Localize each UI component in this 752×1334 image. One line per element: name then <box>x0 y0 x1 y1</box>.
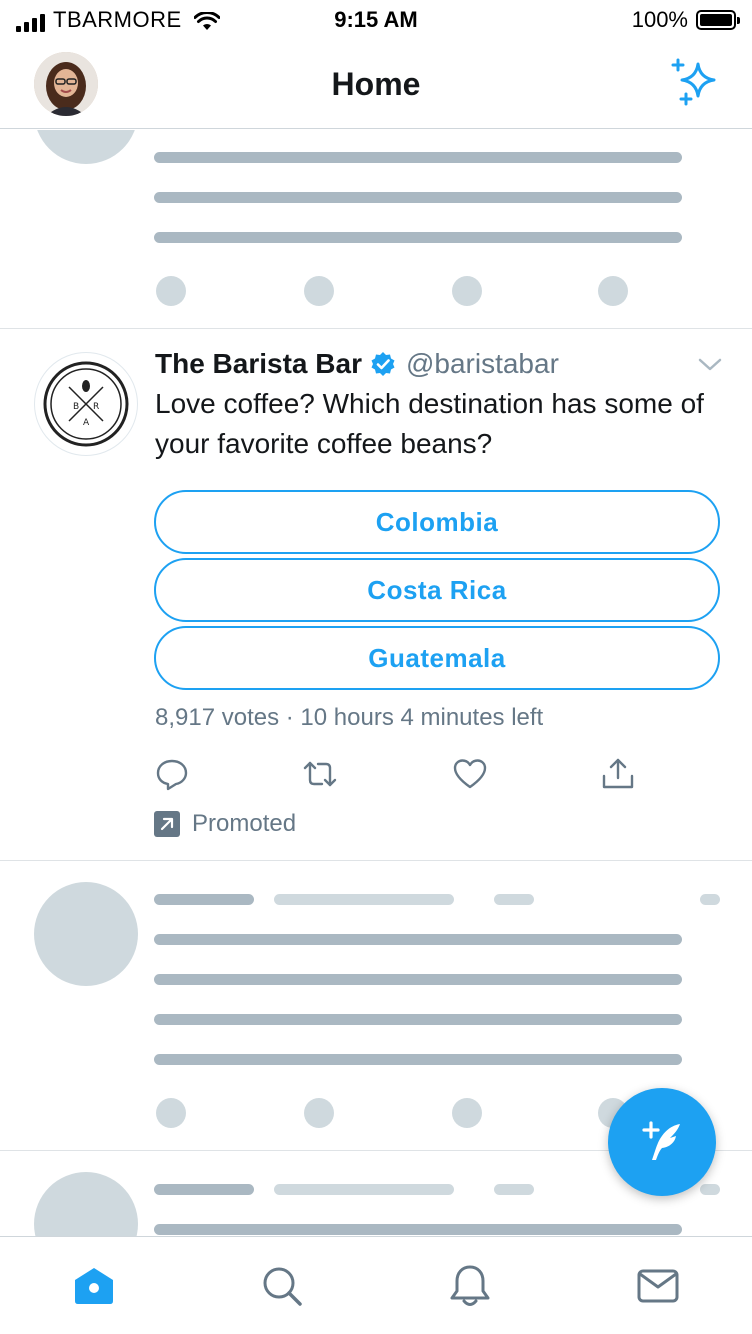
compose-feather-icon <box>642 1121 680 1160</box>
skeleton-line <box>154 1014 682 1025</box>
like-icon[interactable] <box>452 756 488 792</box>
divider <box>0 860 752 861</box>
skeleton-line <box>274 1184 454 1195</box>
skeleton-line <box>154 232 682 243</box>
skeleton-action <box>452 1098 482 1128</box>
skeleton-avatar <box>34 882 138 986</box>
promoted-badge[interactable]: Promoted <box>154 810 296 838</box>
verified-badge-icon <box>371 352 395 376</box>
svg-text:R: R <box>93 402 99 412</box>
svg-text:B: B <box>73 402 79 412</box>
skeleton-line <box>154 1184 254 1195</box>
bottom-tab-bar <box>0 1236 752 1334</box>
page-title: Home <box>331 66 421 102</box>
skeleton-line <box>154 1224 682 1235</box>
skeleton-line <box>154 1054 682 1065</box>
skeleton-line <box>154 974 682 985</box>
tab-search[interactable] <box>188 1237 376 1334</box>
promoted-label: Promoted <box>192 810 297 837</box>
timeline[interactable]: B R A The Barista Bar @baristabar Love c… <box>0 130 752 1236</box>
messages-icon <box>637 1269 679 1303</box>
skeleton-action <box>304 276 334 306</box>
skeleton-line <box>154 894 254 905</box>
tweet-text: Love coffee? Which destination has some … <box>155 388 704 459</box>
chevron-down-icon[interactable] <box>698 356 722 372</box>
retweet-icon[interactable] <box>302 756 338 792</box>
svg-text:A: A <box>83 418 90 428</box>
skeleton-line <box>494 894 534 905</box>
skeleton-avatar <box>34 1172 138 1236</box>
promoted-arrow-icon <box>154 811 180 837</box>
poll-option-costa-rica[interactable]: Costa Rica <box>154 558 720 622</box>
share-icon[interactable] <box>600 756 636 792</box>
sparkle-icon[interactable] <box>668 58 724 110</box>
skeleton-avatar <box>34 130 138 164</box>
tab-notifications[interactable] <box>376 1237 564 1334</box>
skeleton-action <box>304 1098 334 1128</box>
skeleton-action <box>452 276 482 306</box>
tweet-author-avatar[interactable]: B R A <box>34 352 138 456</box>
skeleton-action <box>598 276 628 306</box>
tab-messages[interactable] <box>564 1237 752 1334</box>
tweet-header: The Barista Bar @baristabar <box>155 346 559 382</box>
home-icon <box>75 1268 113 1304</box>
top-nav-bar: Home <box>0 40 752 129</box>
skeleton-line <box>700 894 720 905</box>
barista-logo-icon: B R A <box>43 361 129 447</box>
search-icon <box>263 1267 302 1306</box>
skeleton-action <box>156 1098 186 1128</box>
skeleton-line <box>700 1184 720 1195</box>
battery-icon <box>696 10 740 30</box>
reply-icon[interactable] <box>154 756 190 792</box>
notifications-icon <box>450 1265 490 1306</box>
tweet-author-name[interactable]: The Barista Bar <box>155 348 362 380</box>
skeleton-line <box>154 152 682 163</box>
skeleton-line <box>154 934 682 945</box>
poll-option-guatemala[interactable]: Guatemala <box>154 626 720 690</box>
tab-home[interactable] <box>0 1237 188 1334</box>
skeleton-line <box>154 192 682 203</box>
battery-percent: 100% <box>631 7 688 32</box>
skeleton-line <box>494 1184 534 1195</box>
poll-meta: 8,917 votes · 10 hours 4 minutes left <box>155 704 544 731</box>
status-right: 100% <box>631 7 740 32</box>
poll-option-colombia[interactable]: Colombia <box>154 490 720 554</box>
divider <box>0 328 752 329</box>
status-bar: TBARMORE 9:15 AM 100% <box>0 0 752 40</box>
skeleton-line <box>274 894 454 905</box>
skeleton-action <box>156 276 186 306</box>
compose-tweet-button[interactable] <box>608 1088 716 1196</box>
tweet-author-handle[interactable]: @baristabar <box>406 348 559 380</box>
